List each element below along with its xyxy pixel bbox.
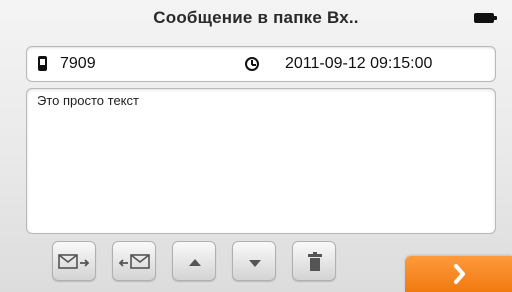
scroll-up-button[interactable] — [172, 241, 216, 281]
delete-button[interactable] — [292, 241, 336, 281]
forward-button[interactable] — [112, 241, 156, 281]
arrow-down-icon — [249, 260, 261, 267]
reply-button[interactable] — [52, 241, 96, 281]
trash-icon — [308, 252, 322, 271]
sender-number: 7909 — [60, 55, 96, 72]
battery-icon — [474, 13, 497, 23]
next-button[interactable] — [405, 256, 512, 292]
forward-icon — [118, 254, 150, 269]
reply-icon — [58, 254, 90, 269]
message-datetime: 2011-09-12 09:15:00 — [285, 55, 433, 72]
message-info-bar: 7909 2011-09-12 09:15:00 — [26, 46, 496, 82]
screen-title: Сообщение в папке Вх.. — [153, 8, 359, 27]
clock-icon — [245, 57, 259, 71]
chevron-right-icon — [454, 264, 465, 284]
arrow-up-icon — [189, 259, 201, 266]
message-body[interactable]: Это просто текст — [26, 88, 496, 234]
scroll-down-button[interactable] — [232, 241, 276, 281]
phone-icon — [38, 56, 47, 71]
message-text: Это просто текст — [37, 93, 139, 108]
